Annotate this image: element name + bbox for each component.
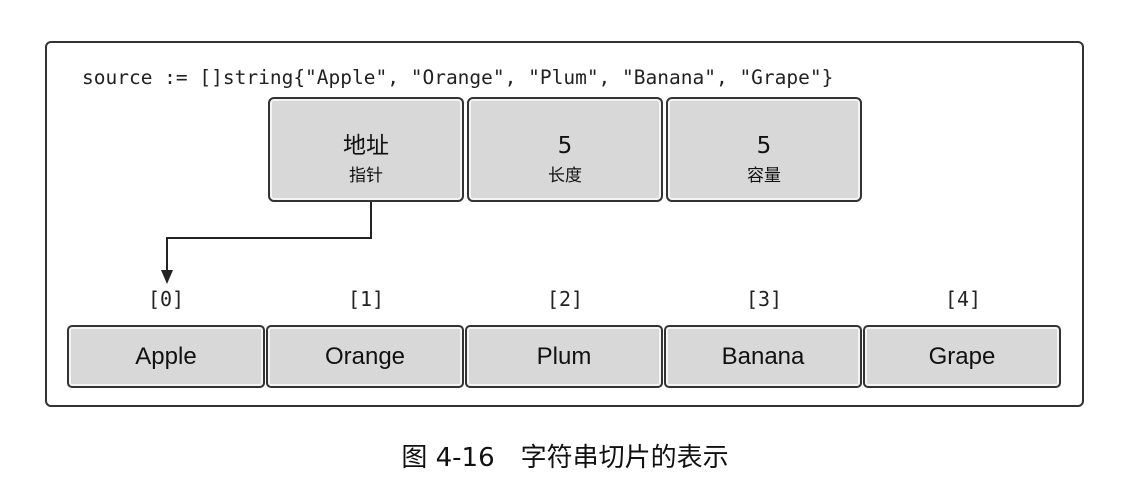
index-label: [1] (347, 287, 385, 311)
index-label: [2] (546, 287, 584, 311)
pointer-arrow (161, 202, 372, 284)
index-label: [0] (147, 287, 185, 311)
array-cell-orange: Orange (266, 325, 464, 388)
array-cell-apple: Apple (67, 325, 265, 388)
array-cell-plum: Plum (465, 325, 663, 388)
figure-caption: 图 4-16 字符串切片的表示 (401, 443, 729, 473)
array-cell-banana: Banana (664, 325, 862, 388)
index-label: [3] (745, 287, 783, 311)
array-cell-grape: Grape (863, 325, 1061, 388)
index-label: [4] (944, 287, 982, 311)
